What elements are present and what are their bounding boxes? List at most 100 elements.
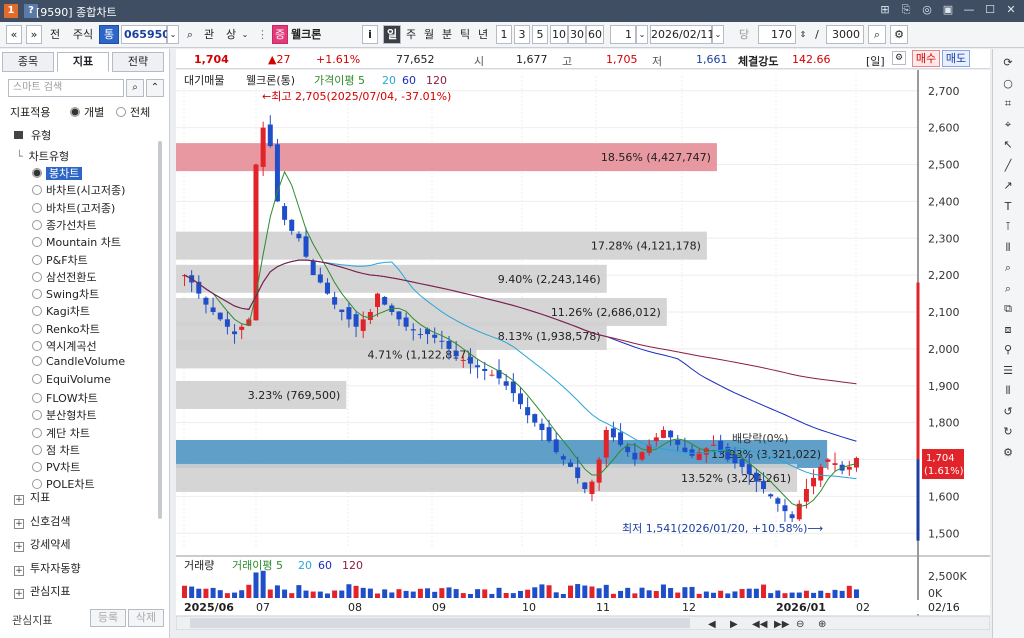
- chart-type-item[interactable]: Swing차트: [32, 286, 99, 302]
- chart-type-item[interactable]: Mountain 차트: [32, 234, 121, 250]
- trend-icon[interactable]: ↗: [999, 178, 1017, 194]
- stock-chart[interactable]: 2,700 2,600 2,500 2,400 2,300 2,200 2,100 2,000…: [175, 70, 991, 631]
- chart-type-item[interactable]: CandleVolume: [32, 355, 125, 368]
- calendar-icon[interactable]: ⌄: [712, 25, 724, 44]
- copy-icon[interactable]: ⧉: [999, 301, 1017, 317]
- code-dropdown-icon[interactable]: ⌄: [167, 25, 179, 44]
- magnify-icon[interactable]: ⌕: [999, 281, 1017, 297]
- section-2[interactable]: + 강세약세: [14, 536, 70, 552]
- maximize-icon[interactable]: ☐: [983, 3, 997, 17]
- period-10[interactable]: 10: [550, 25, 568, 44]
- group-type[interactable]: 유형: [14, 127, 51, 143]
- line-icon[interactable]: ╱: [999, 158, 1017, 174]
- total-count-input[interactable]: 3000: [826, 25, 864, 44]
- sell-button[interactable]: 매도: [942, 50, 970, 67]
- nav-control[interactable]: ◀: [708, 619, 716, 630]
- chart-type-item[interactable]: 종가선차트: [32, 217, 97, 233]
- radio-individual[interactable]: 개별: [70, 104, 104, 120]
- tab-daily[interactable]: 일: [383, 25, 401, 44]
- radio-all[interactable]: 전체: [116, 104, 150, 120]
- period-5[interactable]: 5: [532, 25, 548, 44]
- search-icon[interactable]: ⌕: [182, 25, 198, 44]
- collapse-icon[interactable]: ⌃: [146, 79, 164, 97]
- stock-code-input[interactable]: 065950: [121, 25, 170, 44]
- search-icon[interactable]: ⌕: [126, 79, 144, 97]
- chart-icon[interactable]: ⧈: [999, 322, 1017, 338]
- tab-indicators[interactable]: 지표: [57, 52, 109, 72]
- section-4[interactable]: + 관심지표: [14, 583, 70, 599]
- tong-button[interactable]: 통: [99, 25, 119, 44]
- period-60[interactable]: 60: [586, 25, 604, 44]
- minimize-icon[interactable]: —: [962, 3, 976, 17]
- tab-weekly[interactable]: 주: [403, 25, 419, 44]
- cursor-icon[interactable]: ↖: [999, 137, 1017, 153]
- circle-icon[interactable]: ○: [999, 76, 1017, 92]
- nav-control[interactable]: ◀◀: [752, 619, 768, 630]
- count-dropdown-icon[interactable]: ⌄: [636, 25, 648, 44]
- bar-count-input[interactable]: 170: [758, 25, 796, 44]
- period-3[interactable]: 3: [514, 25, 530, 44]
- chart-type-item[interactable]: 점 차트: [32, 442, 80, 458]
- chart-type-item[interactable]: 봉차트: [32, 165, 83, 181]
- gwan-button[interactable]: 관: [200, 25, 218, 44]
- bars-icon[interactable]: ⦀: [999, 383, 1017, 399]
- reload-icon[interactable]: ↻: [999, 424, 1017, 440]
- rotate-icon[interactable]: ⟳: [999, 55, 1017, 71]
- spinner-icon[interactable]: ⇕: [798, 25, 808, 44]
- delete-button[interactable]: 삭제: [128, 609, 164, 627]
- info-button[interactable]: i: [362, 25, 378, 44]
- tab-minute[interactable]: 분: [439, 25, 455, 44]
- refresh-icon[interactable]: ↺: [999, 404, 1017, 420]
- text-icon[interactable]: T: [999, 199, 1017, 215]
- tab-yearly[interactable]: 년: [475, 25, 491, 44]
- smart-search-input[interactable]: 스마트 검색: [8, 79, 124, 97]
- chart-type-item[interactable]: 분산형차트: [32, 407, 97, 423]
- tab-stocks[interactable]: 종목: [2, 52, 54, 72]
- date-input[interactable]: 2026/02/11: [650, 25, 714, 44]
- nav-control[interactable]: ⊖: [796, 619, 804, 630]
- chart-type-item[interactable]: PV차트: [32, 459, 80, 475]
- jeon-button[interactable]: 전: [46, 25, 64, 44]
- chart-type-item[interactable]: 바차트(고저종): [32, 200, 115, 216]
- capture-icon[interactable]: ◎: [920, 3, 934, 17]
- fib-icon[interactable]: ⊺: [999, 219, 1017, 235]
- nav-control[interactable]: ⊕: [818, 619, 826, 630]
- next-button[interactable]: »: [26, 25, 42, 44]
- prev-button[interactable]: «: [6, 25, 22, 44]
- print-icon[interactable]: ▣: [941, 3, 955, 17]
- tab-monthly[interactable]: 월: [421, 25, 437, 44]
- chart-type-item[interactable]: 바차트(시고저종): [32, 182, 125, 198]
- lines-icon[interactable]: ☰: [999, 363, 1017, 379]
- settings-icon[interactable]: ⚙: [890, 25, 908, 44]
- chart-type-item[interactable]: Kagi차트: [32, 303, 90, 319]
- pin-icon[interactable]: ⊞: [878, 3, 892, 17]
- nav-control[interactable]: ▶: [730, 619, 738, 630]
- chart-type-item[interactable]: 역시계곡선: [32, 338, 97, 354]
- zoom-search-icon[interactable]: ⌕: [868, 25, 886, 44]
- sang-button[interactable]: 상: [222, 25, 240, 44]
- section-0[interactable]: + 지표: [14, 489, 50, 505]
- period-1[interactable]: 1: [496, 25, 512, 44]
- gear-icon[interactable]: ⚙: [892, 51, 906, 65]
- tab-strategy[interactable]: 전략: [112, 52, 164, 72]
- chart-type-item[interactable]: EquiVolume: [32, 373, 111, 386]
- subgroup-chart-type[interactable]: └ 차트유형: [16, 148, 69, 164]
- section-3[interactable]: + 투자자동향: [14, 560, 81, 576]
- settings-icon[interactable]: ⚙: [999, 445, 1017, 461]
- chevron-down-icon[interactable]: ⌄: [240, 25, 250, 44]
- candle-icon[interactable]: ⫴: [999, 240, 1017, 256]
- buy-button[interactable]: 매수: [912, 50, 940, 67]
- chart-type-item[interactable]: 삼선전환도: [32, 269, 97, 285]
- close-icon[interactable]: ✕: [1004, 3, 1018, 17]
- bar-icon[interactable]: ⌗: [999, 96, 1017, 112]
- period-count-input[interactable]: 1: [610, 25, 636, 44]
- chart-type-item[interactable]: P&F차트: [32, 252, 88, 268]
- nav-control[interactable]: ▶▶: [774, 619, 790, 630]
- crosshair-icon[interactable]: ⌖: [999, 117, 1017, 133]
- link-icon[interactable]: ⎘: [899, 3, 913, 17]
- chart-type-item[interactable]: FLOW차트: [32, 390, 98, 406]
- chart-type-item[interactable]: Renko차트: [32, 321, 100, 337]
- list-scrollbar[interactable]: [158, 141, 162, 519]
- register-button[interactable]: 등록: [90, 609, 126, 627]
- period-30[interactable]: 30: [568, 25, 586, 44]
